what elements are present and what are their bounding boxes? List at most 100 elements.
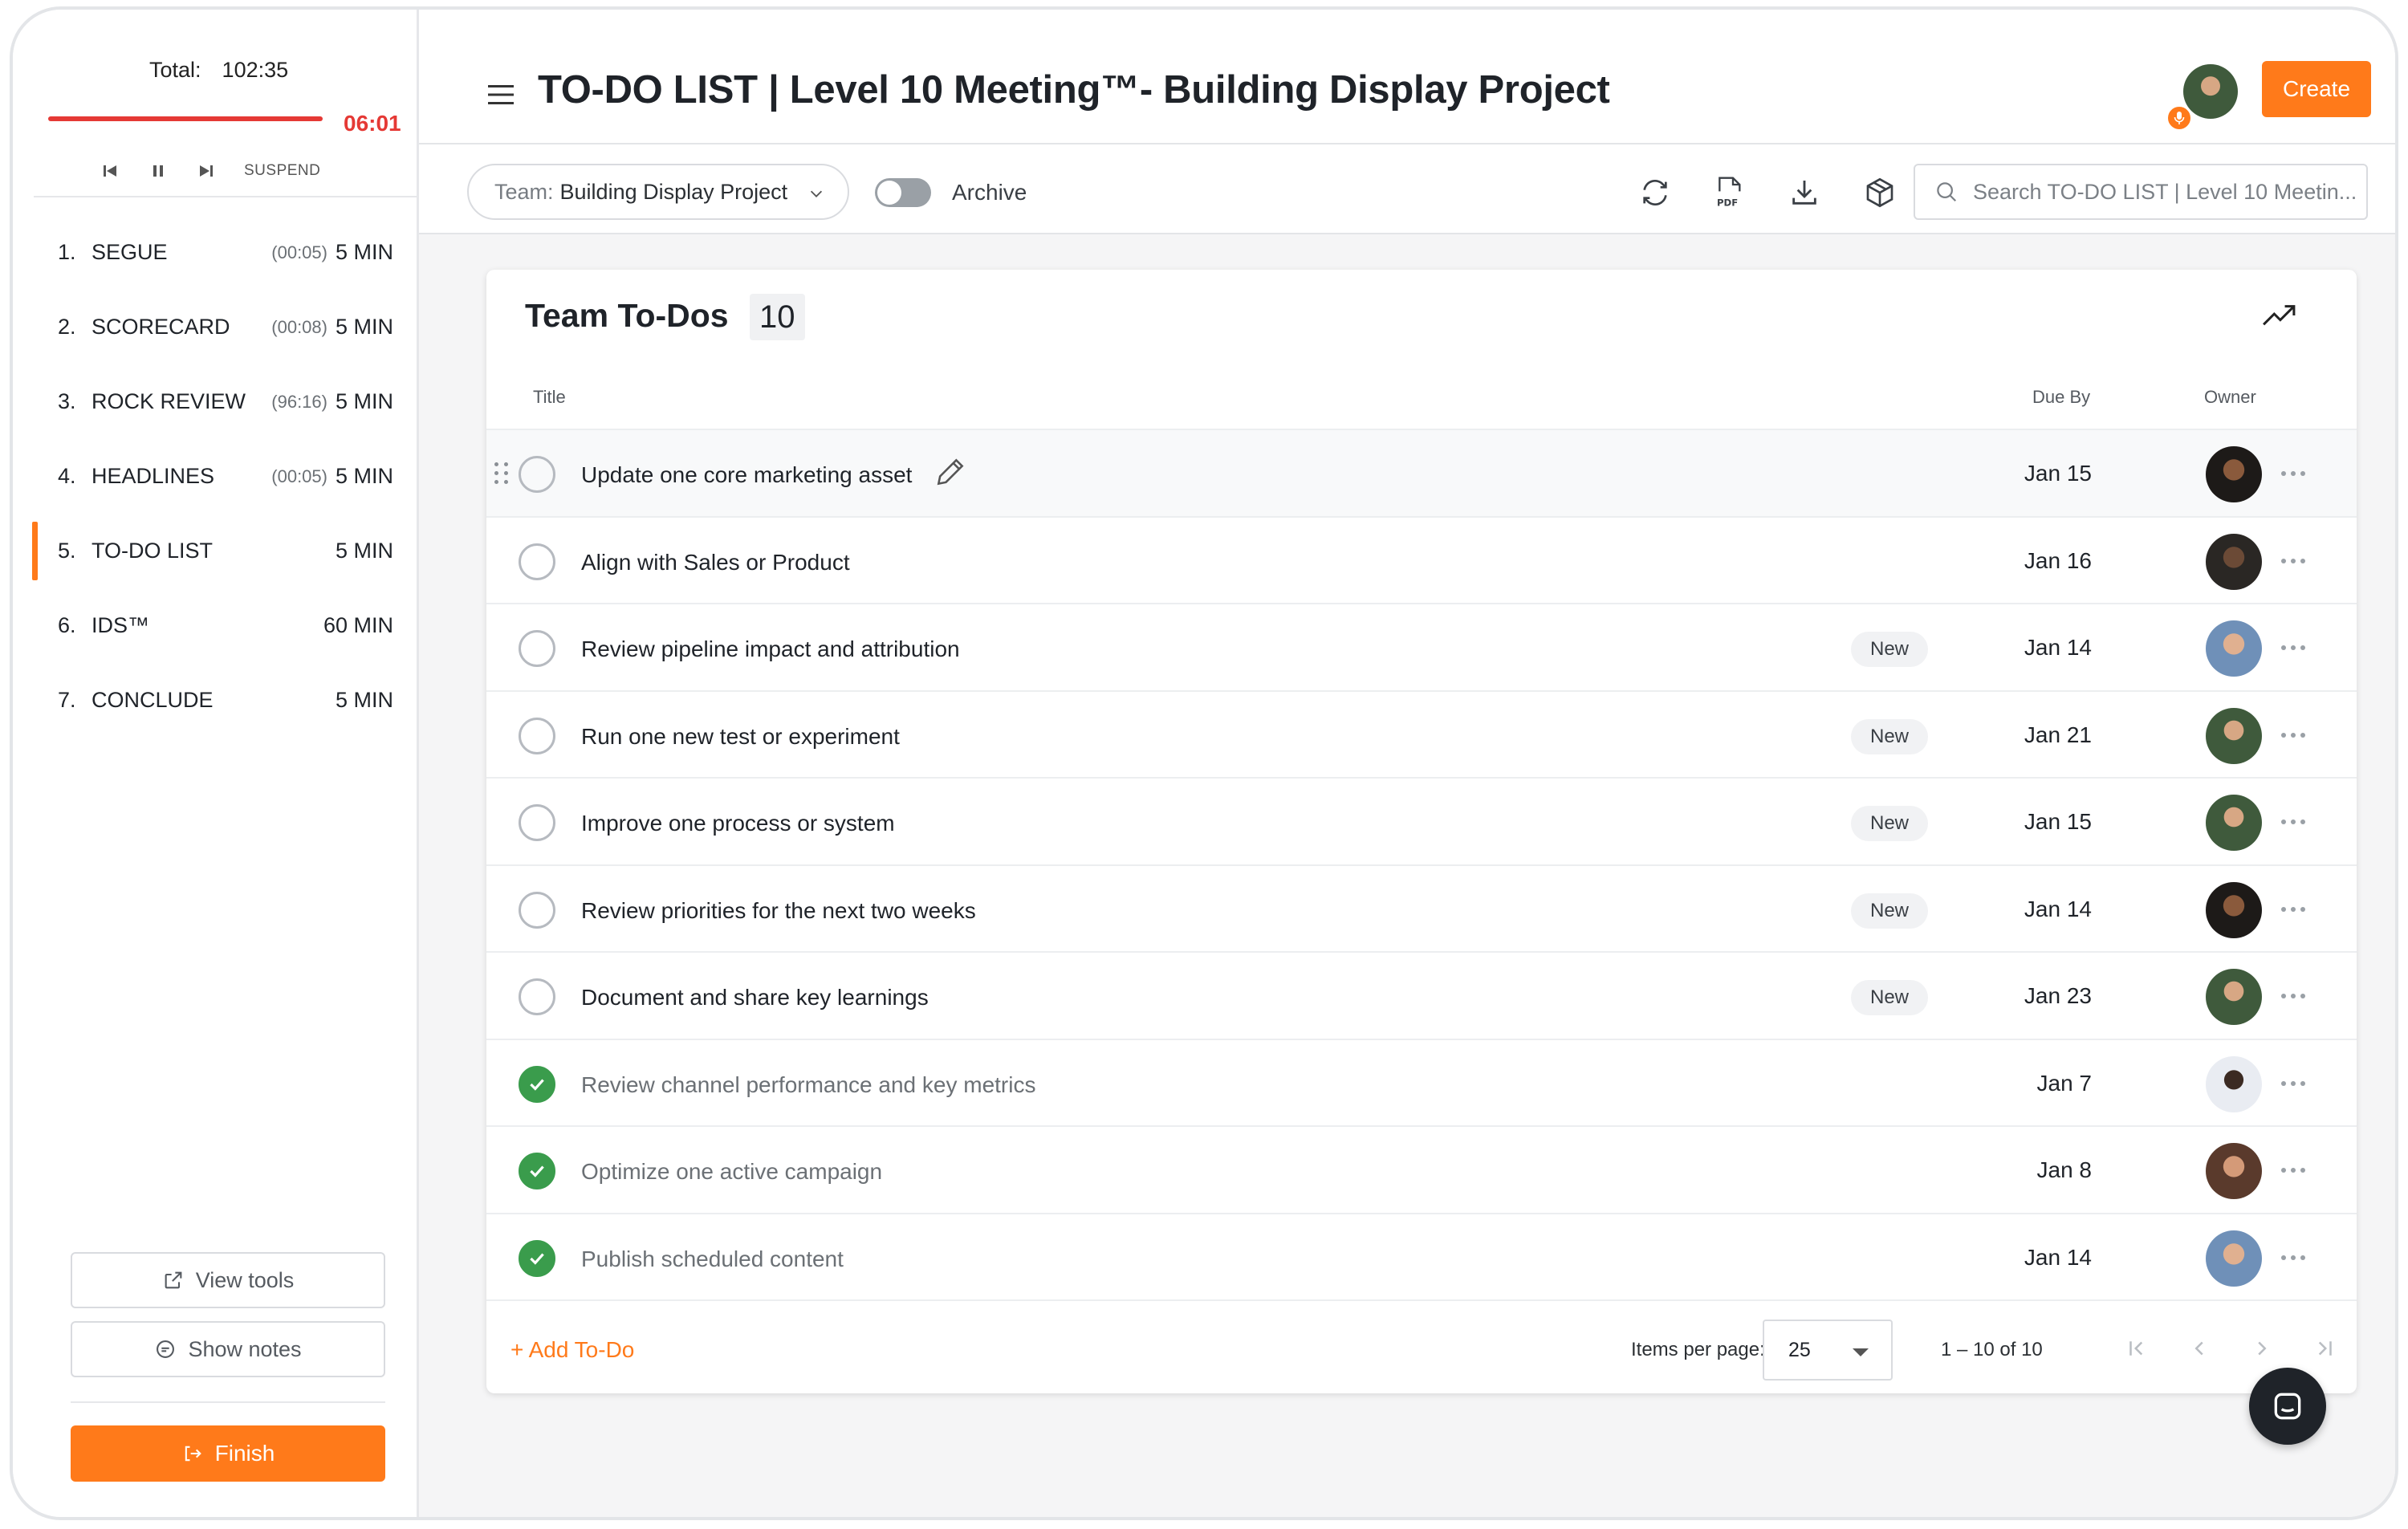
agenda-item[interactable]: 7. CONCLUDE 5 MIN [13, 663, 419, 738]
create-button[interactable]: Create [2262, 61, 2371, 117]
pause-icon[interactable] [148, 161, 169, 181]
todo-title[interactable]: Align with Sales or Product [581, 550, 850, 575]
box-icon[interactable] [1862, 175, 1898, 210]
more-options-icon[interactable] [2281, 1076, 2313, 1092]
agenda-item[interactable]: 4. HEADLINES (00:05) 5 MIN [13, 439, 419, 514]
todo-row[interactable]: Review channel performance and key metri… [486, 1040, 2357, 1127]
trending-up-icon[interactable] [2260, 302, 2297, 333]
todo-title[interactable]: Publish scheduled content [581, 1246, 844, 1272]
agenda-item[interactable]: 6. IDS™ 60 MIN [13, 588, 419, 663]
dropdown-arrow-icon [1853, 1348, 1869, 1356]
todo-checkbox[interactable] [519, 1065, 555, 1103]
more-options-icon[interactable] [2281, 727, 2313, 743]
more-options-icon[interactable] [2281, 1162, 2313, 1178]
refresh-icon[interactable] [1637, 175, 1673, 210]
todo-row[interactable]: Optimize one active campaign Jan 8 [486, 1127, 2357, 1214]
todo-checkbox[interactable] [519, 978, 555, 1015]
agenda-item[interactable]: 2. SCORECARD (00:08) 5 MIN [13, 290, 419, 364]
finish-label: Finish [214, 1441, 275, 1466]
previous-icon[interactable] [100, 161, 120, 181]
todo-row[interactable]: Run one new test or experiment New Jan 21 [486, 692, 2357, 779]
todo-checkbox[interactable] [519, 717, 555, 754]
owner-avatar[interactable] [2206, 1055, 2262, 1112]
agenda-item[interactable]: 1. SEGUE (00:05) 5 MIN [13, 215, 419, 290]
owner-avatar[interactable] [2206, 533, 2262, 590]
finish-button[interactable]: Finish [71, 1425, 385, 1482]
todo-row[interactable]: Publish scheduled content Jan 14 [486, 1214, 2357, 1301]
more-options-icon[interactable] [2281, 466, 2313, 482]
show-notes-button[interactable]: Show notes [71, 1321, 385, 1377]
next-icon[interactable] [196, 161, 217, 181]
due-date[interactable]: Jan 7 [2037, 1071, 2093, 1096]
due-date[interactable]: Jan 15 [2024, 461, 2092, 486]
pdf-icon[interactable]: PDF [1711, 175, 1747, 210]
due-date[interactable]: Jan 14 [2024, 1245, 2092, 1271]
edit-pencil-icon[interactable] [933, 454, 968, 494]
todo-title[interactable]: Optimize one active campaign [581, 1159, 882, 1185]
todo-title[interactable]: Update one core marketing asset [581, 462, 912, 488]
add-todo-button[interactable]: + Add To-Do [510, 1337, 634, 1363]
more-options-icon[interactable] [2281, 1250, 2313, 1266]
owner-avatar[interactable] [2206, 1143, 2262, 1199]
todo-checkbox[interactable] [519, 1153, 555, 1189]
due-date[interactable]: Jan 21 [2024, 722, 2092, 748]
owner-avatar[interactable] [2206, 620, 2262, 677]
more-options-icon[interactable] [2281, 640, 2313, 656]
todo-row[interactable]: Update one core marketing asset Jan 15 [486, 430, 2357, 518]
agenda-item[interactable]: 3. ROCK REVIEW (96:16) 5 MIN [13, 364, 419, 439]
more-options-icon[interactable] [2281, 814, 2313, 830]
items-per-page-select[interactable]: 25 [1763, 1320, 1893, 1381]
agenda-item[interactable]: 5. TO-DO LIST 5 MIN [13, 514, 419, 588]
todo-checkbox[interactable] [519, 891, 555, 929]
todo-checkbox[interactable] [519, 456, 555, 493]
archive-toggle[interactable] [875, 178, 931, 207]
todo-row[interactable]: Document and share key learnings New Jan 2… [486, 953, 2357, 1040]
owner-avatar[interactable] [2206, 969, 2262, 1025]
todo-title[interactable]: Review priorities for the next two weeks [581, 898, 976, 924]
owner-avatar[interactable] [2206, 1230, 2262, 1287]
drag-handle-icon[interactable] [494, 462, 512, 485]
due-date[interactable]: Jan 23 [2024, 983, 2092, 1009]
owner-avatar[interactable] [2206, 446, 2262, 502]
more-options-icon[interactable] [2281, 901, 2313, 917]
suspend-button[interactable]: SUSPEND [244, 162, 320, 180]
microphone-icon[interactable] [2166, 104, 2193, 132]
next-page-icon[interactable] [2246, 1332, 2278, 1364]
todo-checkbox[interactable] [519, 543, 555, 580]
view-tools-button[interactable]: View tools [71, 1252, 385, 1308]
hamburger-menu-icon[interactable] [486, 83, 515, 106]
column-header-title[interactable]: Title [533, 387, 566, 408]
todo-checkbox[interactable] [519, 630, 555, 667]
todo-row[interactable]: Align with Sales or Product Jan 16 [486, 518, 2357, 604]
todo-checkbox[interactable] [519, 1239, 555, 1277]
todo-row[interactable]: Review priorities for the next two weeks… [486, 866, 2357, 953]
search-input[interactable]: Search TO-DO LIST | Level 10 Meetin... [1914, 164, 2368, 220]
more-options-icon[interactable] [2281, 988, 2313, 1004]
first-page-icon[interactable] [2121, 1332, 2153, 1364]
todo-title[interactable]: Review channel performance and key metri… [581, 1072, 1035, 1098]
todo-row[interactable]: Review pipeline impact and attribution Ne… [486, 604, 2357, 692]
last-page-icon[interactable] [2308, 1332, 2341, 1364]
due-date[interactable]: Jan 14 [2024, 635, 2092, 661]
due-date[interactable]: Jan 15 [2024, 809, 2092, 835]
todo-title[interactable]: Review pipeline impact and attribution [581, 636, 960, 662]
column-header-owner[interactable]: Owner [2204, 387, 2256, 408]
due-date[interactable]: Jan 16 [2024, 548, 2092, 574]
todo-title[interactable]: Run one new test or experiment [581, 724, 900, 750]
user-avatar[interactable] [2183, 64, 2238, 119]
todo-title[interactable]: Document and share key learnings [581, 985, 929, 1011]
due-date[interactable]: Jan 8 [2037, 1157, 2093, 1183]
column-header-due[interactable]: Due By [2032, 387, 2090, 408]
owner-avatar[interactable] [2206, 707, 2262, 764]
todo-row[interactable]: Improve one process or system New Jan 15 [486, 779, 2357, 866]
previous-page-icon[interactable] [2183, 1332, 2215, 1364]
todo-checkbox[interactable] [519, 804, 555, 841]
download-icon[interactable] [1787, 175, 1822, 210]
owner-avatar[interactable] [2206, 795, 2262, 851]
more-options-icon[interactable] [2281, 553, 2313, 569]
team-select[interactable]: Team: Building Display Project [467, 164, 849, 220]
chat-support-button[interactable] [2249, 1368, 2326, 1445]
owner-avatar[interactable] [2206, 881, 2262, 938]
todo-title[interactable]: Improve one process or system [581, 811, 895, 836]
due-date[interactable]: Jan 14 [2024, 897, 2092, 922]
